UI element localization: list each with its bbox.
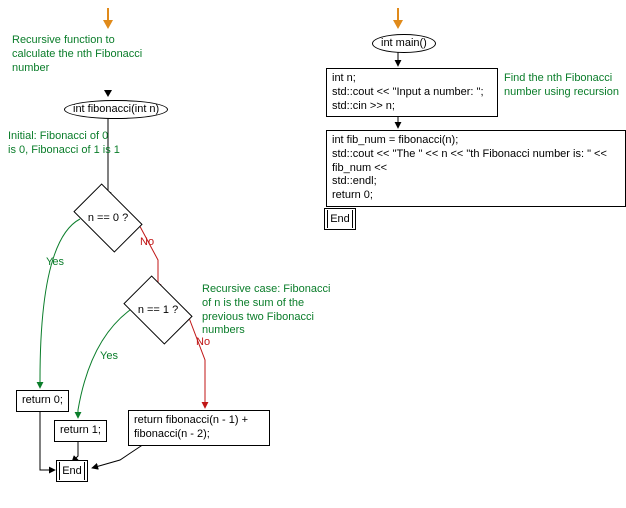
comment-recursive-case: Recursive case: Fibonacci of n is the su…	[202, 283, 342, 338]
comment-main-purpose: Find the nth Fibonacci number using recu…	[504, 72, 622, 100]
end-main: End	[324, 208, 356, 230]
comment-func-purpose: Recursive function to calculate the nth …	[12, 34, 162, 75]
end-fibonacci: End	[56, 460, 88, 482]
decision-n-equals-0: n == 0 ?	[79, 198, 137, 238]
process-compute-output: int fib_num = fibonacci(n); std::cout <<…	[326, 130, 626, 207]
process-input-n: int n; std::cout << "Input a number: "; …	[326, 68, 498, 117]
entry-arrow-icon	[393, 20, 403, 29]
decision-n-equals-1: n == 1 ?	[129, 290, 187, 330]
process-return-1: return 1;	[54, 420, 107, 442]
terminator-main: int main()	[372, 34, 436, 53]
edge-label-yes: Yes	[100, 350, 118, 362]
process-return-recursive: return fibonacci(n - 1) + fibonacci(n - …	[128, 410, 270, 446]
comment-base-case: Initial: Fibonacci of 0 is 0, Fibonacci …	[8, 130, 148, 158]
arrow-icon	[104, 90, 112, 97]
entry-arrow-icon	[103, 20, 113, 29]
terminator-fibonacci: int fibonacci(int n)	[64, 100, 168, 119]
edge-label-no: No	[140, 236, 154, 248]
process-return-0: return 0;	[16, 390, 69, 412]
edge-label-yes: Yes	[46, 256, 64, 268]
